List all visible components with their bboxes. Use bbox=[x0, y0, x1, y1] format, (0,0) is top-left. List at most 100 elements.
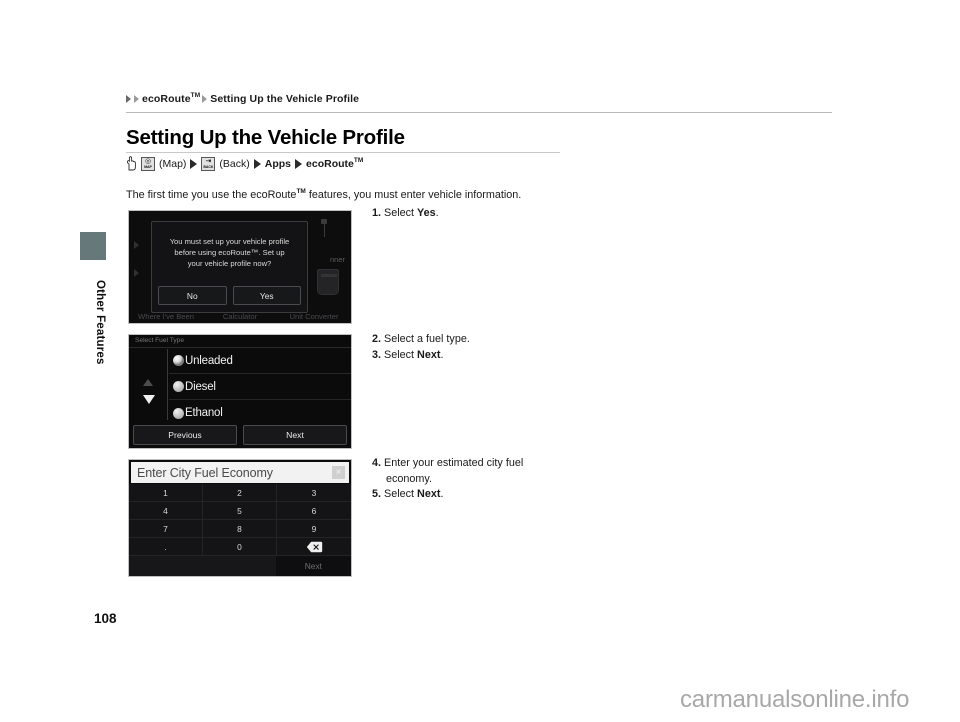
step-item: 2. Select a fuel type. bbox=[372, 332, 602, 348]
key-4[interactable]: 4 bbox=[129, 502, 203, 520]
path-arrow-icon bbox=[253, 158, 261, 169]
scroll-up-arrow-icon[interactable] bbox=[143, 379, 153, 386]
intro-paragraph: The first time you use the ecoRouteTM fe… bbox=[126, 188, 522, 201]
section-tab-marker bbox=[80, 232, 106, 260]
dialog-message-line: You must set up your vehicle profile bbox=[169, 237, 290, 246]
step-text: Enter your estimated city fuel bbox=[384, 457, 524, 469]
hand-pointer-icon bbox=[126, 156, 137, 171]
title-divider bbox=[126, 152, 560, 153]
list-item-unleaded[interactable]: Unleaded bbox=[169, 348, 351, 374]
breadcrumb-arrow-icon bbox=[202, 94, 208, 103]
step-group-1: 1. Select Yes. bbox=[372, 206, 602, 222]
backspace-icon bbox=[306, 541, 323, 553]
modal-dialog: You must set up your vehicle profile bef… bbox=[151, 221, 308, 313]
dialog-message: You must set up your vehicle profile bef… bbox=[159, 236, 300, 269]
step-emphasis: Next bbox=[417, 488, 441, 500]
manual-page: ecoRouteTM Setting Up the Vehicle Profil… bbox=[0, 0, 960, 722]
list-item-ethanol[interactable]: Ethanol bbox=[169, 400, 351, 426]
input-value: Enter City Fuel Economy bbox=[137, 465, 273, 480]
dialog-message-line: your vehicle profile now? bbox=[187, 259, 272, 268]
screenshot-select-fuel-type: Select Fuel Type Unleaded Diesel Ethanol… bbox=[128, 334, 352, 449]
key-8[interactable]: 8 bbox=[203, 520, 277, 538]
step-continuation: economy. bbox=[386, 472, 433, 485]
fueltype-button-row: Previous Next bbox=[133, 425, 347, 445]
path-item-ecoroute[interactable]: ecoRouteTM bbox=[306, 157, 363, 170]
key-backspace[interactable] bbox=[277, 538, 351, 556]
background-partial-label: nner bbox=[329, 255, 345, 264]
key-0[interactable]: 0 bbox=[203, 538, 277, 556]
key-6[interactable]: 6 bbox=[277, 502, 351, 520]
list-item-label: Unleaded bbox=[185, 354, 233, 367]
list-item-diesel[interactable]: Diesel bbox=[169, 374, 351, 400]
next-button[interactable]: Next bbox=[243, 425, 347, 445]
step-item: 5. Select Next. bbox=[372, 487, 602, 503]
list-left-divider bbox=[167, 349, 168, 420]
page-title: Setting Up the Vehicle Profile bbox=[126, 126, 405, 149]
key-3[interactable]: 3 bbox=[277, 484, 351, 502]
map-button-icon[interactable]: ◎ MAP bbox=[141, 156, 155, 171]
step-item: 3. Select Next. bbox=[372, 348, 602, 364]
path-item-apps[interactable]: Apps bbox=[265, 158, 291, 170]
watermark: carmanualsonline.info bbox=[680, 686, 910, 713]
background-app-label: Where I've Been bbox=[138, 312, 194, 321]
page-number: 108 bbox=[94, 611, 117, 626]
step-number: 2. bbox=[372, 333, 382, 345]
path-arrow-icon bbox=[295, 158, 303, 169]
breadcrumb-item-current: Setting Up the Vehicle Profile bbox=[210, 92, 360, 105]
dialog-no-button[interactable]: No bbox=[158, 286, 227, 305]
step-number: 3. bbox=[372, 348, 382, 361]
key-7[interactable]: 7 bbox=[129, 520, 203, 538]
dialog-yes-button[interactable]: Yes bbox=[232, 286, 301, 305]
background-arrow-icon bbox=[134, 241, 139, 249]
fuel-type-list: Unleaded Diesel Ethanol bbox=[169, 348, 351, 421]
step-group-3: 4. Enter your estimated city fuel econom… bbox=[372, 456, 602, 503]
navigation-path: ◎ MAP (Map) ⇥ BACK (Back) Apps ecoRouteT… bbox=[126, 156, 363, 171]
background-app-label: Unit Converter bbox=[289, 312, 339, 321]
step-text: Select Next. bbox=[384, 348, 444, 361]
fuel-economy-input[interactable]: Enter City Fuel Economy × bbox=[131, 462, 349, 483]
section-tab-label: Other Features bbox=[94, 279, 106, 365]
key-decimal[interactable]: . bbox=[129, 538, 203, 556]
key-2[interactable]: 2 bbox=[203, 484, 277, 502]
step-group-2: 2. Select a fuel type. 3. Select Next. bbox=[372, 332, 602, 363]
step-number: 5. bbox=[372, 488, 382, 500]
scroll-down-arrow-icon[interactable] bbox=[143, 395, 155, 404]
step-item: 1. Select Yes. bbox=[372, 206, 602, 222]
back-label: (Back) bbox=[219, 157, 250, 170]
screenshot-vehicle-profile-prompt: nner Where I've Been Calculator Unit Con… bbox=[128, 210, 352, 324]
list-item-label: Diesel bbox=[185, 380, 216, 393]
keypad-next-button[interactable]: Next bbox=[275, 556, 351, 576]
radio-button-icon[interactable] bbox=[173, 381, 184, 392]
step-text: Select Yes. bbox=[384, 207, 439, 219]
trademark-mark: TM bbox=[190, 92, 201, 99]
list-item-label: Ethanol bbox=[185, 407, 223, 419]
numeric-keypad: 1 2 3 4 5 6 7 8 9 . 0 bbox=[129, 484, 351, 556]
radio-button-icon[interactable] bbox=[173, 355, 184, 366]
header-divider bbox=[126, 112, 832, 113]
step-emphasis: Next bbox=[417, 348, 441, 361]
clear-field-icon[interactable]: × bbox=[332, 466, 345, 479]
breadcrumb: ecoRouteTM Setting Up the Vehicle Profil… bbox=[126, 92, 359, 105]
cup-icon bbox=[317, 269, 339, 295]
pushpin-icon bbox=[321, 219, 327, 237]
breadcrumb-arrow-icon bbox=[134, 94, 139, 103]
key-9[interactable]: 9 bbox=[277, 520, 351, 538]
step-text: Select a fuel type. bbox=[384, 333, 470, 345]
path-arrow-icon bbox=[190, 158, 198, 169]
key-5[interactable]: 5 bbox=[203, 502, 277, 520]
dialog-button-row: No Yes bbox=[158, 286, 301, 305]
map-label: (Map) bbox=[159, 157, 187, 170]
dialog-message-line: before using ecoRoute™. Set up bbox=[174, 248, 285, 257]
background-app-labels: Where I've Been Calculator Unit Converte… bbox=[129, 312, 351, 321]
radio-button-icon[interactable] bbox=[173, 407, 184, 419]
fueltype-screen-title: Select Fuel Type bbox=[135, 337, 184, 344]
trademark-mark: TM bbox=[353, 157, 364, 164]
key-1[interactable]: 1 bbox=[129, 484, 203, 502]
step-number: 1. bbox=[372, 207, 382, 219]
breadcrumb-arrow-icon bbox=[126, 94, 131, 103]
step-text: Select Next. bbox=[384, 488, 444, 500]
previous-button[interactable]: Previous bbox=[133, 425, 237, 445]
breadcrumb-item-ecoroute[interactable]: ecoRouteTM bbox=[142, 92, 200, 105]
back-button-icon[interactable]: ⇥ BACK bbox=[201, 156, 216, 171]
step-emphasis: Yes bbox=[417, 207, 436, 219]
